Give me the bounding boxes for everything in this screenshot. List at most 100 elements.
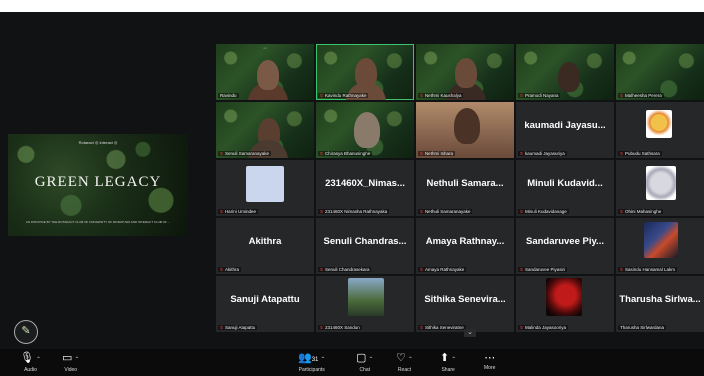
- participant-tile[interactable]: ⦸ Chirasya Bhanusinghe: [316, 102, 414, 158]
- participant-name-label: ⦸ kaumadi Jayasuriya: [518, 151, 567, 156]
- mic-muted-icon: ⦸: [220, 209, 223, 214]
- participant-tile[interactable]: ⦸ Pubudu Sathsara: [616, 102, 704, 158]
- mic-muted-icon: ⦸: [620, 93, 623, 98]
- participant-avatar: [644, 222, 678, 258]
- participant-name: 231460X_Nimas...: [325, 178, 405, 189]
- top-bar: [0, 0, 704, 12]
- participant-tile[interactable]: kaumadi Jayasu... ⦸ kaumadi Jayasuriya: [516, 102, 614, 158]
- participant-face: [355, 58, 377, 88]
- mic-muted-icon: ⦸: [420, 93, 423, 98]
- participant-tile[interactable]: Minuli Kudavid... ⦸ Minuli Kudavidanage: [516, 160, 614, 216]
- participant-face: [454, 108, 480, 144]
- participant-name: Sandaruvee Piy...: [526, 236, 604, 247]
- participant-tile[interactable]: Akithra ⦸ Akithra: [216, 218, 314, 274]
- participant-face: [455, 58, 477, 88]
- participant-tile[interactable]: ⦸ Senuli Samaranayake: [216, 102, 314, 158]
- video-label: Video: [64, 367, 78, 373]
- participant-tile[interactable]: ⦸ Nethmi Ishara: [416, 102, 514, 158]
- share-label: Share: [441, 367, 455, 373]
- mic-muted-icon: ⦸: [520, 93, 523, 98]
- more-button[interactable]: ⋯ More: [484, 352, 495, 371]
- participant-tile[interactable]: ⦸ Ohini Mahasinghe: [616, 160, 704, 216]
- participant-name-label: Tharusha Sirlwardana: [618, 325, 667, 330]
- participant-name: kaumadi Jayasu...: [524, 120, 606, 131]
- participant-tile[interactable]: ⦸ Malheesha Perera: [616, 44, 704, 100]
- mic-muted-icon: ⦸: [620, 267, 623, 272]
- participant-tile[interactable]: 231460X_Nimas... ⦸ 231460X Nimasha Rathna…: [316, 160, 414, 216]
- participant-face: [354, 112, 380, 148]
- mic-muted-icon: ⦸: [220, 151, 223, 156]
- participants-label: Participants: [298, 367, 325, 373]
- participant-tile[interactable]: ⦸ Nethmi Kaushalya: [416, 44, 514, 100]
- mic-muted-icon: ⦸: [620, 209, 623, 214]
- participant-avatar: [646, 110, 672, 138]
- participant-tile[interactable]: ⦸ Pramodi Nayana: [516, 44, 614, 100]
- react-button[interactable]: ♡ ⌃ React: [396, 352, 413, 373]
- participant-name-label: ⦸ Nethmi Kaushalya: [418, 93, 464, 98]
- active-speaker-tile[interactable]: ⦸ Kavindu Rathnayake: [316, 44, 414, 100]
- participant-tile[interactable]: ▪ ▪ Ravindu: [216, 44, 314, 100]
- participant-name: Sanuji Atapattu: [230, 294, 300, 305]
- participant-name-label: ⦸ Pramodi Nayana: [518, 93, 561, 98]
- participant-tile[interactable]: Sanuji Atapattu ⦸ Sanuji Atapattu: [216, 276, 314, 332]
- participants-count: 31: [311, 357, 319, 363]
- chat-icon: ▢ ⌃: [356, 352, 374, 364]
- participant-name-label: ⦸ 231460X Sandun: [318, 325, 362, 330]
- react-label: React: [397, 367, 411, 373]
- participant-face: [257, 60, 279, 90]
- participant-name: Akithra: [248, 236, 282, 247]
- participant-name: Senuli Chandras...: [323, 236, 407, 247]
- mic-muted-icon: ⦸: [520, 267, 523, 272]
- participant-tile[interactable]: ⦸ 231460X Sandun: [316, 276, 414, 332]
- mic-muted-icon: ⦸: [220, 325, 223, 330]
- video-button[interactable]: ▭ ⌃ Video: [62, 352, 79, 373]
- participant-name-label: ⦸ 231460X Nimasha Rathnayaka: [318, 209, 390, 214]
- participant-name-label: ⦸ Senuli Chandrasekara: [318, 267, 372, 272]
- participant-tile[interactable]: Tharusha Sirlwa... Tharusha Sirlwardana: [616, 276, 704, 332]
- mic-muted-icon: ⦸: [320, 267, 323, 272]
- participant-name-label: ⦸ Akithra: [218, 267, 241, 272]
- participant-name: Minuli Kudavid...: [527, 178, 603, 189]
- participants-button[interactable]: 👥31 ⌃ Participants: [298, 352, 325, 373]
- participant-tile[interactable]: ⦸ Harini Umindee: [216, 160, 314, 216]
- participant-name-label: ⦸ Malheesha Perera: [618, 93, 664, 98]
- mic-muted-icon: ⦸: [320, 325, 323, 330]
- participant-tile[interactable]: Nethuli Samara... ⦸ Nethuli Samaranayake: [416, 160, 514, 216]
- participant-name-label: ⦸ Malinda Jayasooriya: [518, 325, 568, 330]
- participant-tile[interactable]: ⦸ Malinda Jayasooriya: [516, 276, 614, 332]
- heart-icon: ♡ ⌃: [396, 352, 413, 364]
- mic-muted-icon: ⦸: [420, 209, 423, 214]
- meeting-stage: Rotaract ◎ Interact ◎ GREEN LEGACY AN IN…: [0, 0, 704, 376]
- participant-name-label: ⦸ Sasindu Hansamal Lakm: [618, 267, 677, 272]
- audio-button[interactable]: 🎙 ⌃ Audio: [20, 352, 41, 373]
- meeting-toolbar: 🎙 ⌃ Audio ▭ ⌃ Video 👥31 ⌃ Participants ▢ ⌃ C…: [0, 349, 704, 376]
- participant-name-label: ⦸ Ohini Mahasinghe: [618, 209, 664, 214]
- participant-face: [558, 62, 580, 92]
- more-label: More: [484, 365, 496, 371]
- chevron-down-icon[interactable]: ⌄: [464, 329, 476, 337]
- participant-name: Amaya Rathnay...: [425, 236, 505, 247]
- participant-tile[interactable]: ⦸ Sasindu Hansamal Lakm: [616, 218, 704, 274]
- mic-muted-icon: ⦸: [520, 325, 523, 330]
- share-button[interactable]: ⬆ ⌃ Share: [440, 352, 456, 373]
- participant-avatar: [348, 278, 384, 316]
- share-screen-icon: ⬆ ⌃: [440, 352, 457, 364]
- participant-tile[interactable]: Senuli Chandras... ⦸ Senuli Chandrasekara: [316, 218, 414, 274]
- shared-presentation[interactable]: Rotaract ◎ Interact ◎ GREEN LEGACY AN IN…: [8, 134, 188, 236]
- mic-muted-icon: ⦸: [320, 151, 323, 156]
- participant-tile[interactable]: Amaya Rathnay... ⦸ Amaya Rathnayake: [416, 218, 514, 274]
- participant-name-label: ⦸ Nethuli Samaranayake: [418, 209, 473, 214]
- camera-icon: ▭ ⌃: [62, 352, 80, 364]
- pencil-icon[interactable]: ✎: [14, 320, 38, 344]
- mic-muted-icon: ⦸: [320, 209, 323, 214]
- chat-label: Chat: [359, 367, 370, 373]
- participant-tile[interactable]: Sithika Senevira... ⦸ Sithika Seneviratne: [416, 276, 514, 332]
- presentation-logos: Rotaract ◎ Interact ◎: [78, 140, 118, 145]
- audio-label: Audio: [24, 367, 37, 373]
- participant-name-label: ⦸ Chirasya Bhanusinghe: [318, 151, 373, 156]
- participant-tile[interactable]: Sandaruvee Piy... ⦸ Sandaruvee Piyasiri: [516, 218, 614, 274]
- chat-button[interactable]: ▢ ⌃ Chat: [356, 352, 373, 373]
- participants-icon: 👥31 ⌃: [298, 352, 326, 364]
- participant-name: Tharusha Sirlwa...: [619, 294, 701, 305]
- participant-avatar: [246, 166, 284, 202]
